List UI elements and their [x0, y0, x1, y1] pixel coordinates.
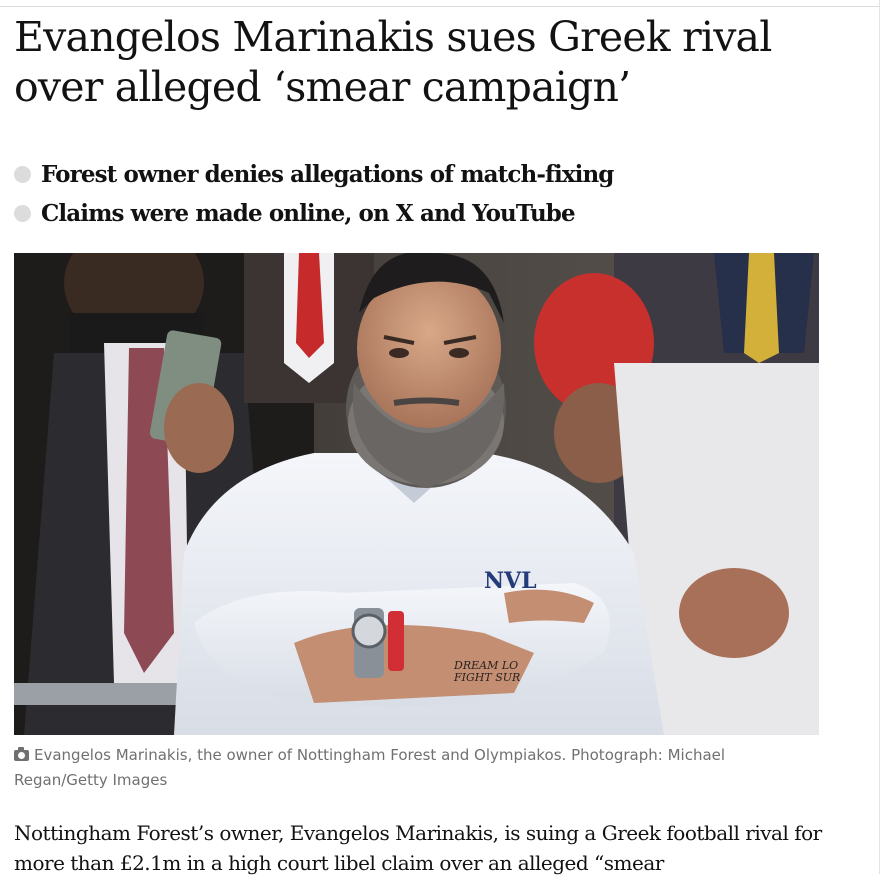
- standfirst-text: Forest owner denies allegations of match…: [41, 161, 614, 188]
- camera-icon: [14, 747, 29, 761]
- article-photo[interactable]: NVL DREAM LO FIGHT SUR: [14, 253, 819, 735]
- photo-illustration: NVL DREAM LO FIGHT SUR: [14, 253, 819, 735]
- bullet-dot-icon: [14, 205, 31, 222]
- standfirst-item: Claims were made online, on X and YouTub…: [14, 194, 814, 233]
- standfirst-text: Claims were made online, on X and YouTub…: [41, 200, 576, 227]
- article-standfirst: Forest owner denies allegations of match…: [14, 155, 814, 233]
- bullet-dot-icon: [14, 166, 31, 183]
- top-border: [0, 0, 880, 7]
- shirt-logo-text: NVL: [484, 568, 537, 594]
- article-body: Nottingham Forest’s owner, Evangelos Mar…: [14, 821, 822, 875]
- tattoo-text: FIGHT SUR: [453, 671, 520, 684]
- standfirst-item: Forest owner denies allegations of match…: [14, 155, 814, 194]
- photo-caption: Evangelos Marinakis, the owner of Nottin…: [14, 743, 814, 793]
- caption-text: Evangelos Marinakis, the owner of Nottin…: [14, 746, 726, 789]
- article-headline: Evangelos Marinakis sues Greek rival ove…: [14, 13, 772, 111]
